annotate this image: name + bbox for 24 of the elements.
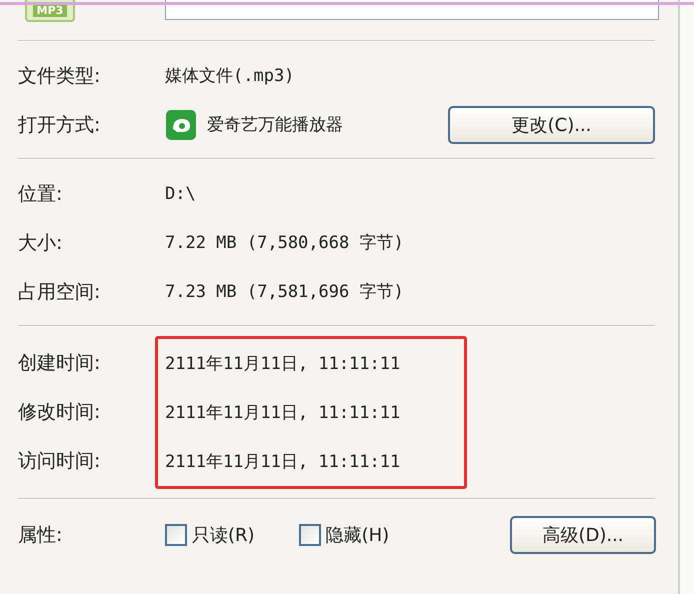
field-label: 打开方式: bbox=[18, 112, 102, 138]
checkbox-label[interactable]: 只读(R) bbox=[192, 523, 255, 547]
field-label: 位置: bbox=[18, 182, 64, 206]
field-label: 创建时间: bbox=[18, 350, 102, 376]
checkbox[interactable] bbox=[165, 524, 187, 546]
field-value: 媒体文件(.mp3) bbox=[165, 65, 294, 87]
field-value: 7.23 MB (7,581,696 字节) bbox=[165, 281, 404, 303]
date-value: 2111年11月11日, 11:11:11 bbox=[165, 451, 402, 474]
field-value: 7.22 MB (7,580,668 字节) bbox=[165, 232, 404, 254]
field-label: 占用空间: bbox=[18, 280, 102, 304]
field-label: 属性: bbox=[18, 523, 64, 548]
field-label: 访问时间: bbox=[18, 448, 102, 474]
date-value: 2111年11月11日, 11:11:11 bbox=[165, 402, 402, 425]
checkbox-label[interactable]: 隐藏(H) bbox=[326, 523, 390, 547]
checkbox[interactable] bbox=[298, 524, 321, 546]
field-value: D:\ bbox=[165, 184, 196, 204]
field-label: 大小: bbox=[18, 230, 64, 256]
app-icon bbox=[165, 108, 197, 140]
field-value: 爱奇艺万能播放器 bbox=[207, 114, 343, 136]
field-label: 文件类型: bbox=[18, 64, 102, 88]
date-value: 2111年11月11日, 11:11:11 bbox=[165, 353, 402, 376]
advanced-button[interactable]: 高级(D)... bbox=[510, 516, 656, 554]
change-button[interactable]: 更改(C)... bbox=[448, 106, 655, 144]
field-label: 修改时间: bbox=[18, 400, 102, 424]
